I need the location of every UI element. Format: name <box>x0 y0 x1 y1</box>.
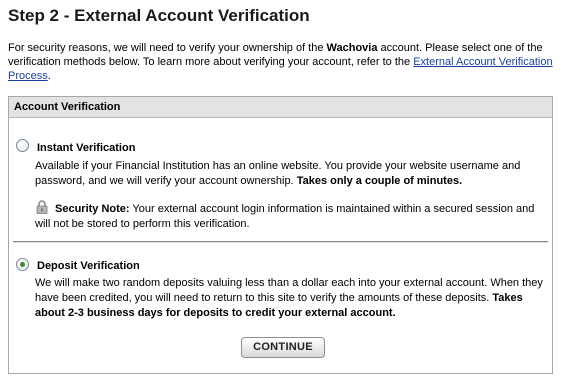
page: Step 2 - External Account Verification F… <box>0 0 563 383</box>
deposit-verification-label[interactable]: Deposit Verification <box>37 260 140 272</box>
deposit-verification-description: We will make two random deposits valuing… <box>35 276 543 321</box>
instant-verification-label[interactable]: Instant Verification <box>37 142 135 154</box>
radio-selected-dot <box>20 262 25 267</box>
security-note: Security Note: Your external account log… <box>35 202 540 232</box>
intro-text: For security reasons, we will need to ve… <box>8 41 560 83</box>
deposit-desc-text: We will make two random deposits valuing… <box>35 277 543 304</box>
options-divider <box>13 241 548 243</box>
continue-button[interactable]: CONTINUE <box>241 337 325 358</box>
security-note-title: Security Note: <box>55 203 130 215</box>
instant-verification-description: Available if your Financial Institution … <box>35 159 540 189</box>
intro-part-3: . <box>47 70 51 82</box>
panel-header: Account Verification <box>9 97 552 118</box>
page-title: Step 2 - External Account Verification <box>8 6 310 25</box>
intro-part-1: For security reasons, we will need to ve… <box>8 42 327 54</box>
instant-desc-bold: Takes only a couple of minutes. <box>296 175 463 187</box>
intro-bank-name: Wachovia <box>326 42 378 54</box>
deposit-verification-radio[interactable] <box>16 258 29 271</box>
account-verification-panel: Account Verification Instant Verificatio… <box>8 96 553 374</box>
instant-verification-radio[interactable] <box>16 139 29 152</box>
